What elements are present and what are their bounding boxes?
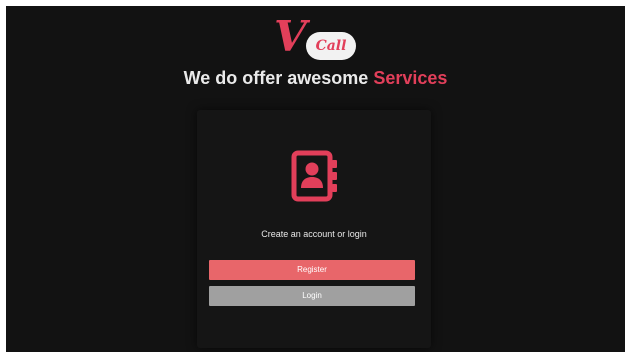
logo-letter: V	[274, 12, 307, 61]
login-button[interactable]: Login	[209, 286, 415, 306]
page-headline: We do offer awesome Services	[6, 66, 625, 90]
auth-card: Create an account or login Register Logi…	[197, 110, 431, 348]
headline-text: We do offer awesome	[183, 68, 369, 88]
headline-accent: Services	[373, 68, 448, 88]
logo-word: Call	[306, 32, 356, 60]
app-window: V Call We do offer awesome Services Crea…	[6, 6, 625, 352]
contact-book-icon	[291, 150, 337, 202]
register-button[interactable]: Register	[209, 260, 415, 280]
vcall-logo: V Call	[274, 12, 366, 66]
auth-prompt: Create an account or login	[261, 229, 367, 239]
